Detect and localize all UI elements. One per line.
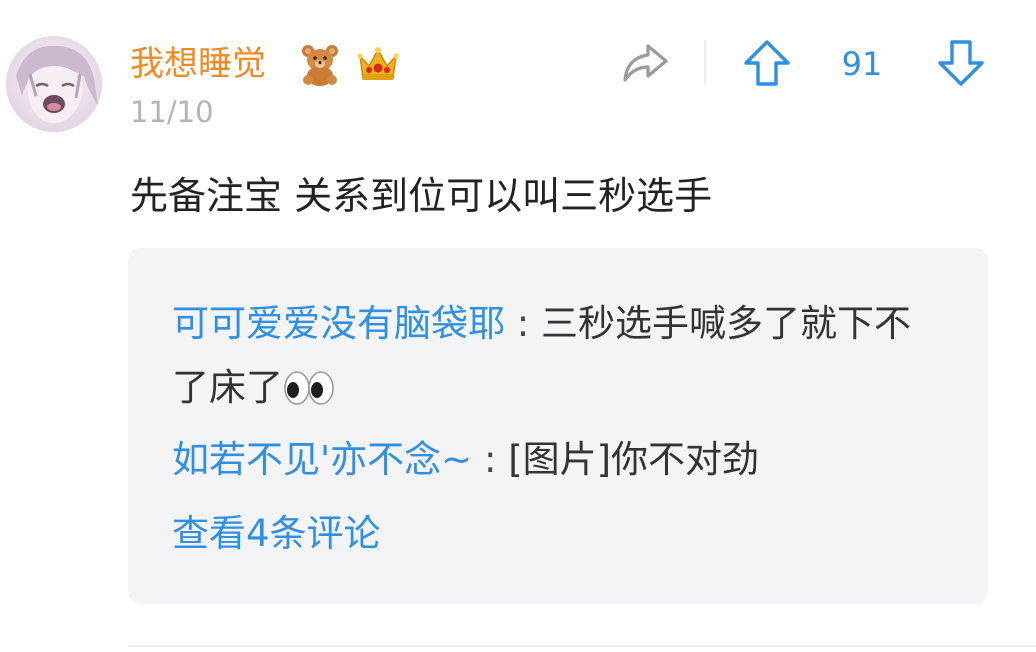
avatar-image xyxy=(16,45,98,123)
arrow-up-icon xyxy=(744,40,790,86)
reply-author[interactable]: 如若不见'亦不念~ xyxy=(172,438,472,481)
action-divider xyxy=(704,40,706,84)
reply-item[interactable]: 可可爱爱没有脑袋耶 : 三秒选手喊多了就下不了床了 xyxy=(172,292,932,420)
crown-icon xyxy=(356,42,400,86)
reply-separator: : xyxy=(505,302,541,345)
reply-separator: : xyxy=(472,438,509,481)
avatar[interactable] xyxy=(6,36,102,132)
view-more-link[interactable]: 查看4条评论 xyxy=(172,510,381,558)
reply-item[interactable]: 如若不见'亦不念~ : [图片]你不对劲 xyxy=(172,428,932,492)
comment-date: 11/10 xyxy=(130,95,214,129)
replies-box[interactable]: 可可爱爱没有脑袋耶 : 三秒选手喊多了就下不了床了 如若不见'亦不念~ : [图… xyxy=(128,248,988,604)
username[interactable]: 我想睡觉 xyxy=(130,42,266,86)
arrow-down-icon xyxy=(938,40,984,86)
vote-count: 91 xyxy=(841,45,883,83)
eyes-emoji-icon xyxy=(283,370,335,406)
upvote-button[interactable] xyxy=(742,38,792,88)
share-arrow-icon xyxy=(623,44,668,82)
share-button[interactable] xyxy=(620,40,670,86)
reply-author[interactable]: 可可爱爱没有脑袋耶 xyxy=(172,302,505,345)
comment-text: 先备注宝 关系到位可以叫三秒选手 xyxy=(130,174,713,218)
reply-text: [图片]你不对劲 xyxy=(508,438,760,481)
teddy-bear-icon xyxy=(298,42,342,86)
divider xyxy=(128,645,1036,647)
downvote-button[interactable] xyxy=(936,38,986,88)
